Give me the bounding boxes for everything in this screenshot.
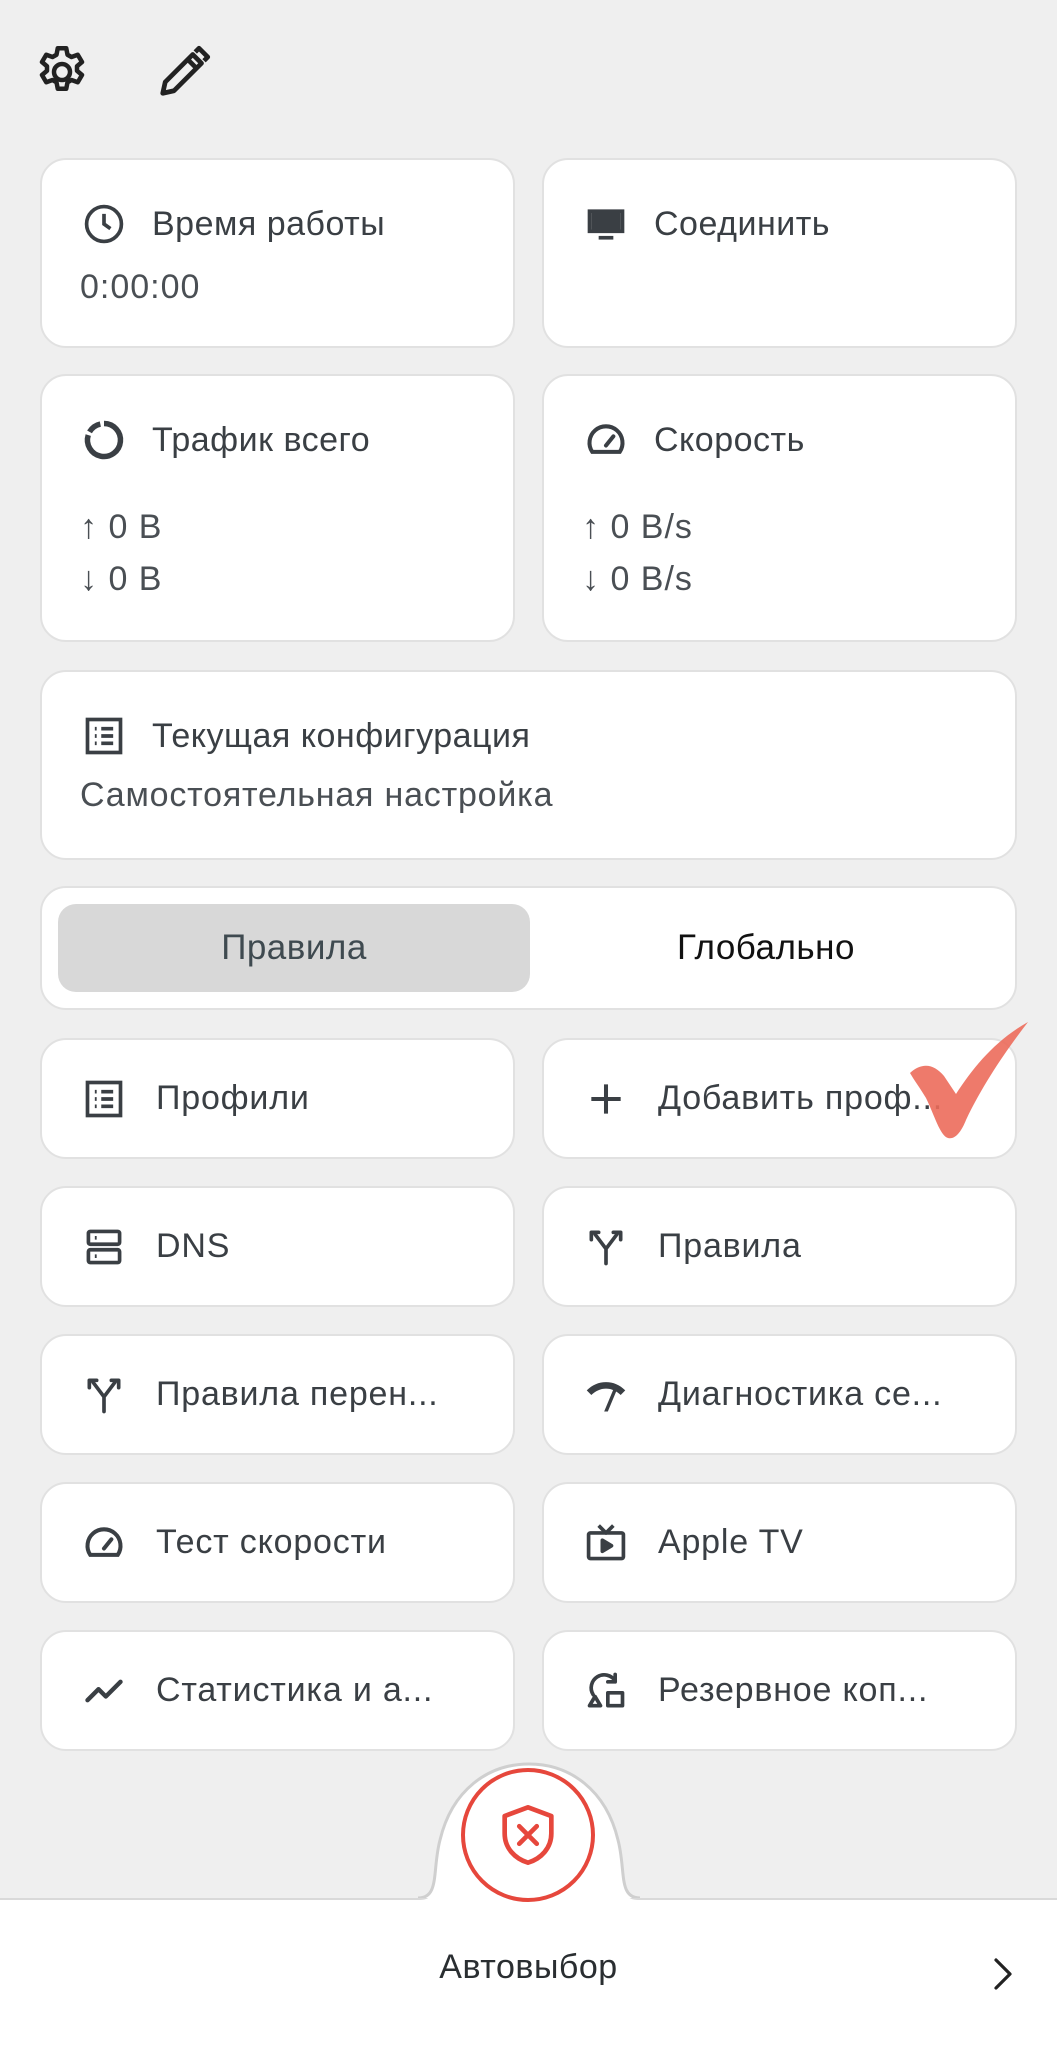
speedometer-icon — [80, 1519, 128, 1567]
config-title: Текущая конфигурация — [152, 716, 531, 755]
tile-rules[interactable]: Правила — [542, 1186, 1017, 1307]
split-arrow-icon — [582, 1223, 630, 1271]
traffic-title: Трафик всего — [152, 420, 371, 459]
tile-override-rules[interactable]: Правила перен... — [40, 1334, 515, 1455]
traffic-card: Трафик всего ↑ 0 B ↓ 0 B — [40, 374, 515, 642]
plus-icon — [582, 1075, 630, 1123]
uptime-card: Время работы 0:00:00 — [40, 158, 515, 348]
tile-label: Добавить проф... — [658, 1079, 944, 1117]
donut-icon — [80, 416, 128, 464]
speed-title: Скорость — [654, 420, 805, 459]
pencil-icon[interactable] — [152, 40, 216, 104]
tile-statistics[interactable]: Статистика и а... — [40, 1630, 515, 1751]
speedometer-icon — [582, 416, 630, 464]
connect-card[interactable]: Соединить — [542, 158, 1017, 348]
current-config-card[interactable]: Текущая конфигурация Самостоятельная нас… — [40, 670, 1017, 860]
shield-x-icon — [502, 1804, 554, 1866]
tile-label: Правила перен... — [156, 1375, 439, 1413]
top-toolbar — [0, 0, 1057, 150]
monitor-icon — [582, 200, 630, 248]
tile-label: Тест скорости — [156, 1523, 387, 1561]
uptime-value: 0:00:00 — [80, 268, 201, 306]
split-arrow-icon — [80, 1371, 128, 1419]
list-icon — [80, 712, 128, 760]
list-icon — [80, 1075, 128, 1123]
proxy-selector-label[interactable]: Автовыбор — [0, 1948, 1057, 1987]
tile-label: Apple TV — [658, 1523, 804, 1561]
uptime-title: Время работы — [152, 204, 386, 243]
tile-profiles[interactable]: Профили — [40, 1038, 515, 1159]
speed-down: ↓ 0 B/s — [582, 560, 693, 598]
backup-restore-icon — [582, 1667, 630, 1715]
tile-dns[interactable]: DNS — [40, 1186, 515, 1307]
tile-label: Резервное коп... — [658, 1671, 929, 1709]
clock-icon — [80, 200, 128, 248]
chevron-right-icon[interactable] — [988, 1954, 1018, 1994]
tile-label: DNS — [156, 1227, 231, 1265]
network-diagnostics-icon — [582, 1371, 630, 1419]
config-value: Самостоятельная настройка — [80, 776, 554, 814]
traffic-down: ↓ 0 B — [80, 560, 163, 598]
tile-speed-test[interactable]: Тест скорости — [40, 1482, 515, 1603]
mode-switch: Правила Глобально — [40, 886, 1017, 1010]
tile-backup[interactable]: Резервное коп... — [542, 1630, 1017, 1751]
tile-label: Правила — [658, 1227, 802, 1265]
tile-network-diagnostics[interactable]: Диагностика се... — [542, 1334, 1017, 1455]
server-icon — [80, 1223, 128, 1271]
speed-card: Скорость ↑ 0 B/s ↓ 0 B/s — [542, 374, 1017, 642]
checkmark-icon — [910, 1022, 1028, 1139]
connect-title: Соединить — [654, 204, 831, 243]
gear-icon[interactable] — [30, 40, 94, 104]
mode-rules-button[interactable]: Правила — [58, 904, 530, 992]
tile-label: Диагностика се... — [658, 1375, 943, 1413]
vpn-toggle-button[interactable] — [461, 1768, 595, 1902]
tile-label: Профили — [156, 1079, 310, 1117]
traffic-up: ↑ 0 B — [80, 508, 163, 546]
tv-icon — [582, 1519, 630, 1567]
tile-apple-tv[interactable]: Apple TV — [542, 1482, 1017, 1603]
mode-global-button[interactable]: Глобально — [530, 904, 1002, 992]
tile-label: Статистика и а... — [156, 1671, 434, 1709]
trend-line-icon — [80, 1667, 128, 1715]
speed-up: ↑ 0 B/s — [582, 508, 693, 546]
